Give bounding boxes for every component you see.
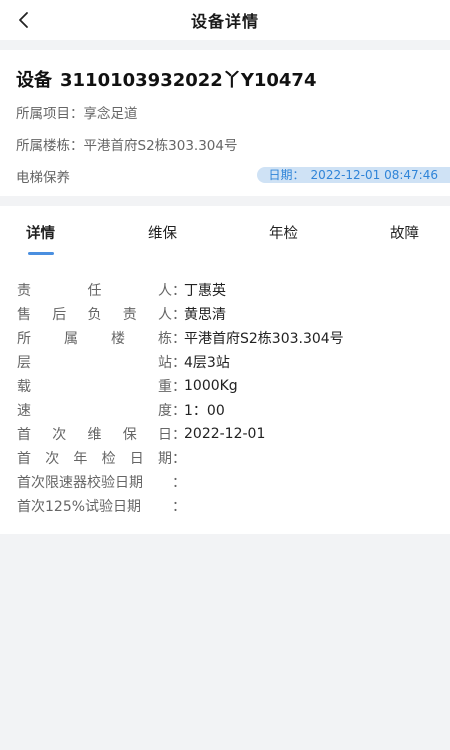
field-colon: ： (172, 427, 186, 443)
field-value: 丁惠英 (184, 283, 226, 299)
field-label: 责任人 (17, 283, 172, 299)
field-value: 黄思清 (184, 307, 226, 323)
tab-faults[interactable]: 故障 (390, 222, 419, 243)
field-row: 速度： 1：00 (17, 398, 437, 422)
device-title: 设备 3110103932022丫Y10474 (16, 66, 316, 92)
building-label: 所属楼栋： (16, 138, 84, 154)
device-summary-card: 设备 3110103932022丫Y10474 所属项目：享念足道 所属楼栋：平港… (0, 50, 450, 196)
field-colon: ： (172, 403, 186, 419)
field-label: 首次维保日 (17, 427, 172, 443)
field-row: 售后负责人：黄思清 (17, 302, 437, 326)
tab-details[interactable]: 详情 (26, 222, 55, 243)
project-label: 所属项目： (16, 106, 84, 122)
field-list: 责任人：丁惠英售后负责人：黄思清所属楼栋：平港首府S2栋303.304号层站： 4… (17, 278, 437, 518)
back-button[interactable] (8, 4, 40, 36)
project-line: 所属项目：享念足道 (16, 102, 138, 122)
detail-card: 详情 维保 年检 故障 责任人：丁惠英售后负责人：黄思清所属楼栋：平港首府S2栋… (0, 206, 450, 534)
tab-annual-inspection[interactable]: 年检 (269, 222, 298, 243)
field-row: 层站： 4层3站 (17, 350, 437, 374)
building-line: 所属楼栋：平港首府S2栋303.304号 (16, 134, 237, 154)
field-label: 所属楼栋 (17, 331, 172, 347)
field-row: 首次年检日期： (17, 446, 437, 470)
field-colon: ： (172, 283, 186, 299)
tab-maintenance[interactable]: 维保 (148, 222, 177, 243)
project-value: 享念足道 (83, 106, 138, 122)
field-colon: ： (172, 307, 186, 323)
device-code: 3110103932022丫Y10474 (60, 70, 317, 91)
field-label: 层站 (17, 355, 172, 371)
field-colon: ： (172, 499, 186, 515)
field-label: 首次年检日期 (17, 451, 172, 467)
field-row: 首次125%试验日期 ： (17, 494, 437, 518)
field-value: 平港首府S2栋303.304号 (184, 331, 344, 347)
field-value: 4层3站 (184, 355, 230, 371)
field-colon: ： (172, 451, 186, 467)
field-value: 1000Kg (184, 378, 238, 394)
field-colon: ： (172, 331, 186, 347)
field-colon: ： (172, 355, 186, 371)
date-value: 2022-12-01 08:47:46 (310, 168, 438, 182)
field-row: 首次限速器校验日期 ： (17, 470, 437, 494)
field-row: 首次维保日： 2022-12-01 (17, 422, 437, 446)
field-label: 首次限速器校验日期 (17, 475, 143, 491)
active-tab-indicator (28, 252, 54, 255)
field-label: 载重 (17, 379, 172, 395)
service-type: 电梯保养 (16, 170, 70, 186)
date-badge: 日期： 2022-12-01 08:47:46 (256, 167, 450, 183)
field-label: 速度 (17, 403, 172, 419)
chevron-left-icon (19, 12, 28, 28)
field-row: 载重： 1000Kg (17, 374, 437, 398)
field-label: 首次125%试验日期 (17, 499, 142, 515)
date-label: 日期： (268, 168, 305, 182)
field-colon: ： (172, 475, 186, 491)
field-colon: ： (172, 379, 186, 395)
field-row: 所属楼栋：平港首府S2栋303.304号 (17, 326, 437, 350)
field-label: 售后负责人 (17, 307, 172, 323)
device-title-prefix: 设备 (16, 70, 52, 91)
field-value: 1：00 (184, 403, 225, 419)
building-value: 平港首府S2栋303.304号 (83, 138, 238, 154)
tab-bar: 详情 维保 年检 故障 (0, 206, 450, 256)
page-title: 设备详情 (190, 12, 259, 31)
field-value: 2022-12-01 (184, 426, 266, 442)
navbar: 设备详情 (0, 0, 450, 40)
field-row: 责任人：丁惠英 (17, 278, 437, 302)
